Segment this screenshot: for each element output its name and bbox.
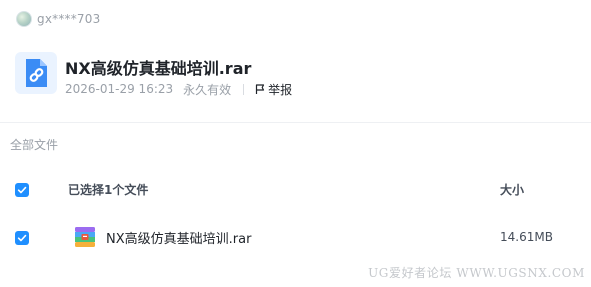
meta-divider <box>243 83 245 95</box>
uploader-info: gx****703 <box>16 10 100 28</box>
breadcrumb[interactable]: 全部文件 <box>10 136 58 153</box>
watermark: UG爱好者论坛 WWW.UGSNX.COM <box>368 266 585 280</box>
size-column-header[interactable]: 大小 <box>500 181 524 198</box>
report-button[interactable]: 举报 <box>254 81 292 98</box>
report-label: 举报 <box>268 82 293 97</box>
file-row-checkbox[interactable] <box>15 231 29 245</box>
share-title: NX高级仿真基础培训.rar <box>65 59 252 78</box>
file-size: 14.61MB <box>500 230 553 244</box>
share-meta: 2026-01-29 16:23 永久有效 举报 <box>65 81 292 97</box>
select-all-checkbox[interactable] <box>15 183 29 197</box>
file-name[interactable]: NX高级仿真基础培训.rar <box>106 228 251 247</box>
link-file-icon <box>15 52 57 94</box>
selected-count-label: 已选择1个文件 <box>68 183 149 197</box>
rar-archive-icon <box>74 226 96 248</box>
share-validity: 永久有效 <box>183 82 232 97</box>
check-icon <box>17 186 27 194</box>
avatar <box>16 11 32 27</box>
share-date: 2026-01-29 16:23 <box>65 82 174 96</box>
uploader-name: gx****703 <box>37 12 101 26</box>
flag-icon <box>256 84 265 94</box>
check-icon <box>17 234 27 242</box>
section-divider <box>0 122 591 123</box>
